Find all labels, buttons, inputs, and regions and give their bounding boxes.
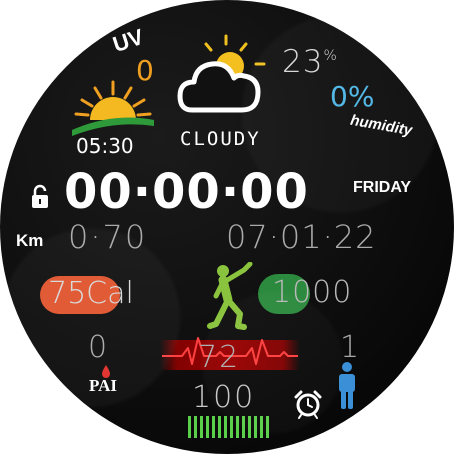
alarm-clock-icon[interactable] (293, 389, 323, 419)
temperature-unit: % (323, 48, 338, 64)
temperature-value: 23 (282, 44, 324, 80)
calories-value[interactable]: 75Cal (48, 276, 134, 311)
battery-bar (236, 416, 239, 438)
weather-condition: CLOUDY (180, 128, 261, 150)
steps-value[interactable]: 1000 (272, 275, 352, 310)
battery-bar (218, 416, 221, 438)
weekday: FRIDAY (353, 179, 412, 196)
battery-bars-icon[interactable] (186, 414, 272, 442)
battery-bar (242, 416, 245, 438)
battery-bar (224, 416, 227, 438)
uv-label: UV (109, 23, 147, 58)
digital-time: 00·00·00 (64, 164, 309, 220)
battery-bar (194, 416, 197, 438)
battery-bar (266, 416, 269, 438)
battery-bar (200, 416, 203, 438)
battery-bar (254, 416, 257, 438)
distance-unit: Km (16, 231, 44, 250)
distance-value: 0·70 (68, 218, 148, 256)
lock-icon[interactable] (30, 184, 50, 210)
battery-bar (248, 416, 251, 438)
battery-bar (206, 416, 209, 438)
temperature: 23% (282, 44, 338, 80)
humidity-label: humidity (348, 111, 414, 140)
watch-face: UV 0 05:30 CLOUDY 23% 0% humidity 00·00·… (0, 0, 454, 454)
pai-value: 0 (88, 330, 108, 365)
battery-bar (212, 416, 215, 438)
battery-bar (230, 416, 233, 438)
cloud-sun-icon (177, 34, 266, 113)
battery-bar (188, 416, 191, 438)
person-icon[interactable] (336, 362, 358, 410)
sunrise-time: 05:30 (76, 134, 134, 158)
battery-bar (260, 416, 263, 438)
pai-label[interactable]: PAI (89, 376, 117, 396)
exercise-person-icon[interactable] (206, 262, 256, 330)
date: 07·01·22 (226, 218, 377, 256)
battery-value: 100 (192, 380, 256, 415)
heart-rate-value[interactable]: 72 (198, 340, 240, 375)
stand-count: 1 (340, 330, 360, 365)
sunrise-icon (72, 80, 154, 136)
humidity-value: 0% (330, 80, 375, 113)
